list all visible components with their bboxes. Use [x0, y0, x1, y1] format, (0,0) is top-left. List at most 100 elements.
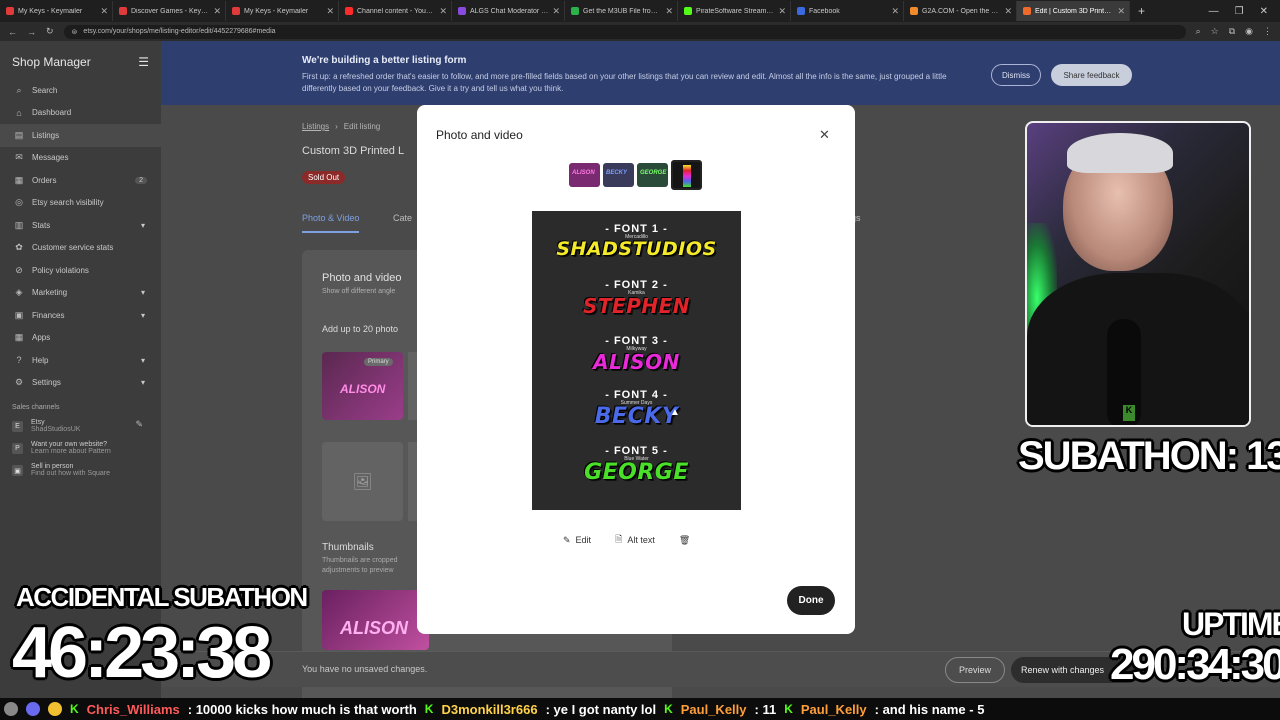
apps-icon: ▦	[14, 332, 24, 343]
sidebar-item-square[interactable]: ▣ Sell in person Find out how with Squar…	[0, 459, 161, 481]
sidebar-item-pattern[interactable]: P Want your own website? Learn more abou…	[0, 437, 161, 459]
pencil-icon[interactable]: ✎	[135, 419, 143, 430]
browser-tab[interactable]: G2A.COM - Open the Gate 2✕	[904, 1, 1017, 21]
chat-username: D3monkill3r666	[441, 701, 538, 717]
extensions-icon[interactable]: ⧉	[1229, 26, 1235, 37]
tab-close-icon[interactable]: ✕	[665, 6, 673, 17]
sidebar-item-settings[interactable]: ⚙ Settings ▾	[0, 372, 161, 395]
sidebar-item-label: Finances	[32, 310, 65, 320]
tab-favicon-icon	[684, 7, 692, 15]
subathon-counter: SUBATHON: 1345	[1018, 434, 1280, 478]
thumbnail-preview[interactable]: ALISON	[322, 590, 429, 650]
tab-title: Discover Games - Keymailer	[131, 7, 209, 15]
profile-icon[interactable]: ◉	[1245, 26, 1253, 37]
media-thumbnail[interactable]: ALISON	[569, 163, 600, 187]
close-window-icon[interactable]: ✕	[1260, 6, 1268, 17]
sidebar-item-stats[interactable]: ▥ Stats ▾	[0, 214, 161, 237]
etsy-label: Etsy	[31, 419, 45, 426]
new-tab-button[interactable]: +	[1130, 4, 1153, 18]
chat-ticker: K Chris_Williams: 10000 kicks how much is…	[0, 698, 1280, 720]
etsy-shop-name: ShadStudiosUK	[31, 426, 81, 433]
sidebar-item-finances[interactable]: ▣ Finances ▾	[0, 304, 161, 327]
tab-favicon-icon	[797, 7, 805, 15]
chevron-down-icon[interactable]: ▾	[141, 356, 145, 365]
chevron-down-icon[interactable]: ▾	[141, 288, 145, 297]
font-sample: - FONT 1 - Mercadillo SHADSTUDIOS	[532, 223, 741, 260]
preview-button[interactable]: Preview	[945, 657, 1005, 683]
breadcrumb-listings-link[interactable]: Listings	[302, 122, 329, 131]
browser-tab[interactable]: My Keys - Keymailer ✕	[226, 1, 339, 21]
sidebar-item-dashboard[interactable]: ⌂ Dashboard	[0, 102, 161, 125]
pattern-title: Want your own website?	[31, 441, 107, 448]
zoom-icon[interactable]: ⌕	[1196, 26, 1201, 37]
delete-button[interactable]: 🗑	[679, 535, 690, 546]
help-icon: ?	[16, 355, 22, 366]
sidebar-item-marketing[interactable]: ◈ Marketing ▾	[0, 282, 161, 305]
tab-close-icon[interactable]: ✕	[213, 6, 221, 17]
media-preview: - FONT 1 - Mercadillo SHADSTUDIOS - FONT 2 …	[532, 211, 741, 510]
square-title: Sell in person	[31, 463, 74, 470]
browser-tab[interactable]: Facebook ✕	[791, 1, 904, 21]
sidebar-item-etsy-search-visibility[interactable]: ◎ Etsy search visibility	[0, 192, 161, 215]
tab-close-icon[interactable]: ✕	[100, 6, 108, 17]
breadcrumb-current: Edit listing	[343, 122, 381, 131]
home-icon: ⌂	[16, 107, 22, 118]
site-info-icon[interactable]: ⊜	[72, 28, 78, 36]
tab-close-icon[interactable]: ✕	[1004, 6, 1012, 17]
sidebar-item-help[interactable]: ? Help ▾	[0, 349, 161, 372]
dismiss-button[interactable]: Dismiss	[991, 64, 1041, 86]
chevron-down-icon[interactable]: ▾	[141, 378, 145, 387]
unsaved-changes-message: You have no unsaved changes.	[302, 664, 428, 674]
sidebar-item-search[interactable]: ⌕ Search	[0, 79, 161, 102]
browser-tab[interactable]: Edit | Custom 3D Printed LED ✕	[1017, 1, 1130, 21]
forward-icon[interactable]: →	[27, 27, 36, 37]
tab-title: My Keys - Keymailer	[244, 7, 309, 15]
minimize-icon[interactable]: —	[1209, 6, 1219, 17]
tab-close-icon[interactable]: ✕	[1117, 6, 1125, 17]
browser-tab[interactable]: Get the M3UB File from a Kick ✕	[565, 1, 678, 21]
sidebar-item-orders[interactable]: ▦ Orders 2	[0, 169, 161, 192]
sidebar-item-policy-violations[interactable]: ⊘ Policy violations	[0, 259, 161, 282]
media-thumbnail[interactable]: BECKY	[603, 163, 634, 187]
add-photo-slot[interactable]: 🖼	[322, 442, 403, 521]
document-icon: 🗎	[615, 534, 623, 544]
font-sample-name: STEPHEN	[582, 294, 690, 318]
done-button[interactable]: Done	[787, 586, 835, 615]
reload-icon[interactable]: ↻	[46, 26, 54, 37]
hamburger-icon[interactable]: ☰	[138, 55, 149, 69]
back-icon[interactable]: ←	[8, 27, 17, 37]
close-icon[interactable]: ✕	[819, 127, 830, 143]
tab-photo-video[interactable]: Photo & Video	[302, 213, 360, 233]
tab-close-icon[interactable]: ✕	[552, 6, 560, 17]
tab-close-icon[interactable]: ✕	[439, 6, 447, 17]
browser-tab[interactable]: Channel content - YouTube S ✕	[339, 1, 452, 21]
share-feedback-button[interactable]: Share feedback	[1051, 64, 1132, 86]
browser-tab[interactable]: Discover Games - Keymailer ✕	[113, 1, 226, 21]
tab-title: Edit | Custom 3D Printed LED	[1035, 7, 1113, 15]
menu-icon[interactable]: ⋮	[1263, 26, 1272, 37]
url-field[interactable]: ⊜ etsy.com/your/shops/me/listing-editor/…	[63, 24, 1186, 39]
bookmark-star-icon[interactable]: ☆	[1211, 26, 1219, 37]
browser-tab[interactable]: PirateSoftware Stream - Watc ✕	[678, 1, 791, 21]
sidebar-item-listings[interactable]: ▤ Listings	[0, 124, 161, 147]
tab-close-icon[interactable]: ✕	[891, 6, 899, 17]
maximize-icon[interactable]: ❐	[1235, 6, 1244, 17]
chevron-down-icon[interactable]: ▾	[141, 221, 145, 230]
primary-photo-word: ALISON	[340, 382, 386, 396]
chevron-down-icon[interactable]: ▾	[141, 311, 145, 320]
sidebar-item-customer-service-stats[interactable]: ✿ Customer service stats	[0, 237, 161, 260]
media-thumbnail-selected[interactable]	[671, 160, 702, 190]
font-sample: - FONT 2 - Kamika STEPHEN	[532, 279, 741, 318]
tab-close-icon[interactable]: ✕	[326, 6, 334, 17]
edit-button[interactable]: ✎ Edit	[563, 535, 591, 546]
tab-title: Facebook	[809, 7, 840, 15]
sidebar-item-messages[interactable]: ✉ Messages	[0, 147, 161, 170]
media-thumbnail[interactable]: GEORGE	[637, 163, 668, 187]
sidebar-item-etsy[interactable]: E Etsy ShadStudiosUK ✎	[0, 415, 161, 437]
browser-tab[interactable]: My Keys - Keymailer ✕	[0, 1, 113, 21]
tab-close-icon[interactable]: ✕	[778, 6, 786, 17]
browser-tab[interactable]: ALGS Chat Moderator - Pro L ✕	[452, 1, 565, 21]
alt-text-button[interactable]: 🗎 Alt text	[615, 532, 655, 548]
tab-category[interactable]: Cate	[393, 213, 412, 223]
sidebar-item-apps[interactable]: ▦ Apps	[0, 327, 161, 350]
